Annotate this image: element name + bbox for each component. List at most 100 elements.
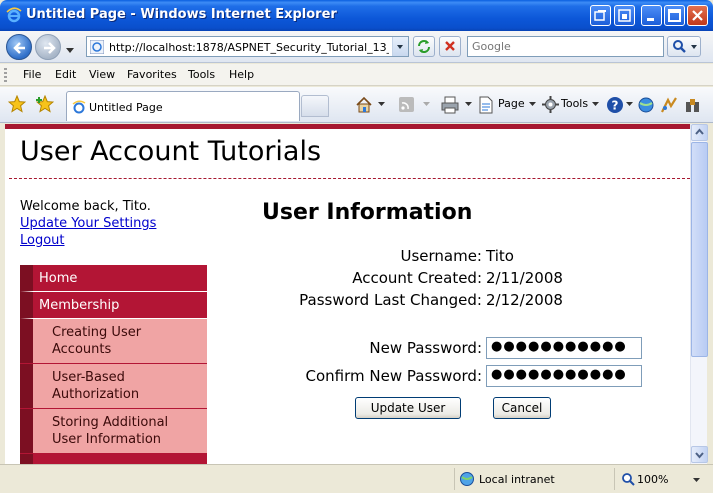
research-icon[interactable] — [684, 96, 702, 114]
home-icon[interactable] — [355, 96, 373, 114]
tab-untitled-page[interactable]: Untitled Page — [66, 91, 300, 121]
nav-item-next[interactable] — [20, 454, 207, 464]
menu-file[interactable]: File — [23, 68, 41, 81]
new-password-label: New Password: — [369, 339, 482, 357]
chevron-down-icon — [397, 45, 403, 49]
password-changed-value: 2/12/2008 — [486, 291, 563, 309]
ie-logo-icon — [6, 7, 22, 23]
update-settings-link[interactable]: Update Your Settings — [20, 215, 156, 232]
tab-label: Untitled Page — [89, 101, 163, 114]
password-changed-label: Password Last Changed: — [299, 291, 482, 309]
menu-edit[interactable]: Edit — [55, 68, 76, 81]
cancel-button[interactable]: Cancel — [493, 397, 551, 419]
nav-item-creating-user-accounts[interactable]: Creating User Accounts — [20, 319, 207, 364]
chevron-down-icon[interactable] — [626, 102, 633, 106]
stop-button[interactable] — [439, 36, 461, 57]
menu-help[interactable]: Help — [229, 68, 254, 81]
page-favicon-icon — [90, 40, 104, 54]
security-zone[interactable]: Local intranet — [454, 468, 612, 490]
status-bar: Local intranet 100% — [0, 464, 713, 493]
chevron-down-icon[interactable] — [529, 102, 536, 106]
header-divider — [9, 178, 690, 179]
gear-icon[interactable] — [542, 96, 559, 113]
update-user-button[interactable]: Update User — [355, 397, 461, 419]
confirm-password-field[interactable]: ●●●●●●●●●●● — [486, 365, 642, 387]
page-icon[interactable] — [478, 96, 494, 114]
confirm-password-label: Confirm New Password: — [305, 367, 483, 385]
toolbar-grip[interactable] — [4, 68, 7, 82]
new-tab-button[interactable] — [301, 95, 329, 117]
window-switch-button[interactable] — [614, 5, 635, 26]
username-value: Tito — [486, 247, 514, 265]
help-icon[interactable]: ? — [606, 96, 624, 114]
search-box[interactable] — [467, 36, 664, 57]
command-bar: Untitled Page Page Tools ? — [0, 87, 713, 123]
nav-item-membership[interactable]: Membership — [20, 292, 207, 319]
tools-menu[interactable]: Tools — [561, 97, 588, 110]
add-favorites-icon[interactable] — [36, 95, 54, 113]
chevron-up-icon — [695, 128, 704, 135]
vertical-scrollbar[interactable] — [690, 124, 708, 464]
account-created-value: 2/11/2008 — [486, 269, 563, 287]
menu-favorites[interactable]: Favorites — [127, 68, 177, 81]
page-menu[interactable]: Page — [498, 97, 525, 110]
rss-feed-icon[interactable] — [398, 96, 416, 114]
welcome-text: Welcome back, Tito. — [20, 199, 151, 214]
menu-view[interactable]: View — [89, 68, 115, 81]
logout-link[interactable]: Logout — [20, 232, 156, 249]
scroll-thumb[interactable] — [691, 142, 708, 357]
search-input[interactable] — [468, 37, 658, 56]
print-icon[interactable] — [441, 96, 459, 114]
address-dropdown[interactable] — [392, 37, 408, 56]
account-created-label: Account Created: — [352, 269, 482, 287]
menu-tools[interactable]: Tools — [188, 68, 215, 81]
intranet-globe-icon — [460, 472, 474, 486]
scroll-down-button[interactable] — [691, 446, 708, 463]
forward-button[interactable] — [35, 34, 61, 60]
favorites-star-icon[interactable] — [8, 95, 26, 113]
stop-icon — [445, 41, 455, 51]
chevron-down-icon[interactable] — [423, 102, 430, 106]
refresh-button[interactable] — [413, 36, 435, 57]
tab-list-button[interactable] — [590, 5, 611, 26]
close-icon — [692, 10, 703, 21]
window-icon — [618, 9, 631, 22]
zoom-level: 100% — [637, 473, 669, 486]
nav-item-home[interactable]: Home — [20, 265, 207, 292]
search-icon — [673, 40, 697, 53]
title-bar: Untitled Page - Windows Internet Explore… — [0, 0, 713, 31]
nav-item-storing-additional-user-information[interactable]: Storing Additional User Information — [20, 409, 207, 454]
history-dropdown[interactable] — [66, 43, 74, 56]
svg-text:?: ? — [612, 99, 619, 113]
close-button[interactable] — [687, 5, 708, 26]
new-password-field[interactable]: ●●●●●●●●●●● — [486, 337, 642, 359]
chevron-down-icon[interactable] — [592, 102, 599, 106]
chevron-down-icon[interactable] — [465, 102, 472, 106]
chevron-down-icon — [66, 48, 74, 53]
minimize-icon — [647, 18, 654, 21]
page-heading: User Information — [262, 200, 473, 225]
forward-arrow-icon — [44, 42, 56, 54]
refresh-icon — [418, 40, 430, 53]
scroll-up-button[interactable] — [691, 124, 708, 141]
security-zone-label: Local intranet — [479, 473, 555, 486]
back-arrow-icon — [13, 42, 25, 54]
maximize-icon — [668, 9, 681, 22]
address-url[interactable]: http://localhost:1878/ASPNET_Security_Tu… — [109, 41, 389, 54]
search-button[interactable] — [667, 36, 701, 57]
chevron-down-icon[interactable] — [378, 102, 385, 106]
zoom-icon — [622, 473, 635, 486]
research-globe-icon[interactable] — [637, 96, 655, 114]
menu-bar: File Edit View Favorites Tools Help — [0, 64, 713, 86]
maximize-button[interactable] — [664, 5, 685, 26]
minimize-button[interactable] — [641, 5, 662, 26]
address-field[interactable]: http://localhost:1878/ASPNET_Security_Tu… — [86, 36, 409, 57]
back-button[interactable] — [6, 34, 32, 60]
chevron-down-icon — [693, 478, 700, 482]
messenger-icon[interactable] — [660, 96, 678, 114]
zoom-control[interactable]: 100% — [614, 468, 711, 490]
nav-item-user-based-authorization[interactable]: User-Based Authorization — [20, 364, 207, 409]
header-stripe — [5, 124, 690, 129]
site-navigation: Home Membership Creating User Accounts U… — [20, 265, 207, 464]
username-label: Username: — [400, 247, 482, 265]
